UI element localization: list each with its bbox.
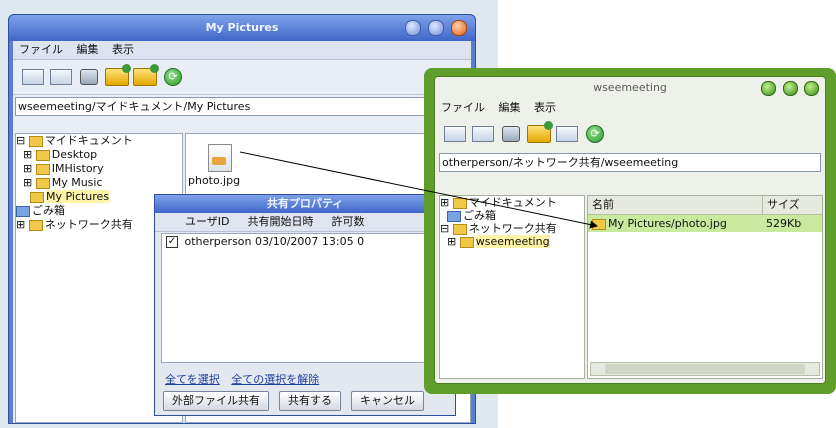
tree-item-my-documents[interactable]: ⊟ マイドキュメント: [16, 134, 182, 148]
minimize-button[interactable]: [405, 20, 422, 36]
network-folder-icon: [28, 219, 43, 231]
external-share-button[interactable]: 外部ファイル共有: [163, 391, 269, 411]
toolbar: ⟳: [435, 117, 825, 151]
share-folder-button[interactable]: [133, 64, 159, 87]
column-share-date[interactable]: 共有開始日時: [248, 213, 314, 231]
refresh-icon: ⟳: [586, 125, 604, 143]
select-all-link[interactable]: 全てを選択: [165, 373, 220, 386]
menu-bar: ファイル 編集 表示: [13, 41, 471, 60]
folder-tree: ⊞ マイドキュメント ごみ箱 ⊟ ネットワーク共有 ⊞ wseemeeting: [439, 195, 585, 379]
tree-item-network-share[interactable]: ⊟ ネットワーク共有: [440, 222, 584, 235]
trash-icon: [447, 210, 461, 222]
address-bar[interactable]: otherperson/ネットワーク共有/wseemeeting: [439, 153, 821, 172]
file-list: 名前 サイズ My Pictures/photo.jpg 529Kb: [587, 195, 823, 379]
folder-icon: [35, 163, 50, 175]
user-list: ✓ otherperson 03/10/2007 13:05 0: [161, 233, 449, 363]
close-button[interactable]: [804, 81, 819, 96]
share-folder-button[interactable]: [555, 124, 579, 144]
file-icon: [592, 218, 606, 230]
column-permit-count[interactable]: 許可数: [332, 213, 365, 231]
search-icon: [502, 126, 520, 142]
tree-item-desktop[interactable]: ⊞ Desktop: [16, 148, 182, 162]
trash-icon: [16, 205, 30, 217]
close-button[interactable]: [451, 20, 467, 36]
list-view-icon: [444, 126, 466, 142]
tree-item-imhistory[interactable]: ⊞ IMHistory: [16, 162, 182, 176]
icon-view-button[interactable]: [471, 124, 495, 144]
column-size[interactable]: サイズ: [762, 196, 822, 214]
dialog-title: 共有プロパティ: [155, 195, 455, 213]
row-name: My Pictures/photo.jpg: [608, 217, 727, 230]
refresh-button[interactable]: ⟳: [583, 124, 607, 144]
tree-item-wseemeeting[interactable]: ⊞ wseemeeting: [440, 235, 584, 248]
refresh-button[interactable]: ⟳: [161, 67, 185, 87]
new-folder-button[interactable]: [105, 64, 131, 87]
folder-view-icon: [556, 126, 578, 142]
wseemeeting-window-frame: wseemeeting ファイル 編集 表示 ⟳ otherperson/ネット…: [424, 68, 836, 394]
folder-icon: [30, 191, 44, 203]
row-count: 0: [357, 235, 365, 248]
horizontal-scrollbar[interactable]: [590, 362, 820, 376]
icon-view-button[interactable]: [49, 67, 73, 87]
row-user: otherperson: [184, 235, 252, 248]
folder-icon: [35, 177, 50, 189]
window-title: My Pictures: [205, 21, 279, 34]
table-row[interactable]: My Pictures/photo.jpg 529Kb: [588, 215, 822, 232]
folder-icon: [35, 149, 50, 161]
column-name[interactable]: 名前: [588, 196, 762, 214]
menu-file[interactable]: ファイル: [441, 101, 485, 114]
share-button[interactable]: 共有する: [279, 391, 341, 411]
icon-view-icon: [472, 126, 494, 142]
maximize-button[interactable]: [428, 20, 445, 36]
toolbar: ⟳: [13, 60, 471, 95]
column-user-id[interactable]: ユーザID: [185, 213, 230, 231]
search-button[interactable]: [77, 67, 101, 87]
new-folder-icon: [105, 64, 131, 86]
deselect-all-link[interactable]: 全ての選択を解除: [231, 373, 319, 386]
image-file-icon[interactable]: [208, 144, 232, 172]
tree-item-trash[interactable]: ごみ箱: [440, 209, 584, 222]
folder-icon: [459, 236, 474, 248]
list-view-button[interactable]: [443, 124, 467, 144]
list-view-button[interactable]: [21, 67, 45, 87]
maximize-button[interactable]: [782, 81, 798, 96]
search-button[interactable]: [499, 124, 523, 144]
new-folder-icon: [527, 121, 553, 143]
folder-icon: [452, 197, 467, 209]
address-bar[interactable]: wseemeeting/マイドキュメント/My Pictures: [15, 97, 469, 116]
new-folder-button[interactable]: [527, 121, 553, 144]
row-date: 03/10/2007 13:05: [255, 235, 354, 248]
network-folder-icon: [452, 223, 467, 235]
window-title-bar[interactable]: My Pictures: [9, 15, 475, 41]
tree-item-my-documents[interactable]: ⊞ マイドキュメント: [440, 196, 584, 209]
user-checkbox[interactable]: ✓: [166, 236, 178, 248]
menu-bar: ファイル 編集 表示: [435, 99, 825, 117]
menu-edit[interactable]: 編集: [499, 101, 521, 114]
file-list-header: 名前 サイズ: [588, 196, 822, 215]
search-icon: [80, 69, 98, 85]
refresh-icon: ⟳: [164, 68, 182, 86]
list-item[interactable]: ✓ otherperson 03/10/2007 13:05 0: [162, 234, 448, 250]
menu-view[interactable]: 表示: [112, 43, 134, 56]
file-name[interactable]: photo.jpg: [188, 174, 241, 187]
menu-view[interactable]: 表示: [534, 101, 556, 114]
list-view-icon: [22, 69, 44, 85]
menu-file[interactable]: ファイル: [19, 43, 63, 56]
cancel-button[interactable]: キャンセル: [351, 391, 424, 411]
dialog-column-headers: ユーザID 共有開始日時 許可数: [155, 213, 455, 232]
share-folder-icon: [133, 64, 159, 86]
row-size: 529Kb: [766, 217, 802, 230]
tree-item-my-music[interactable]: ⊞ My Music: [16, 176, 182, 190]
scrollbar-thumb[interactable]: [605, 364, 805, 374]
minimize-button[interactable]: [761, 81, 776, 96]
share-properties-dialog: 共有プロパティ ユーザID 共有開始日時 許可数 ✓ otherperson 0…: [154, 194, 456, 416]
folder-icon: [28, 135, 43, 147]
icon-view-icon: [50, 69, 72, 85]
menu-edit[interactable]: 編集: [77, 43, 99, 56]
